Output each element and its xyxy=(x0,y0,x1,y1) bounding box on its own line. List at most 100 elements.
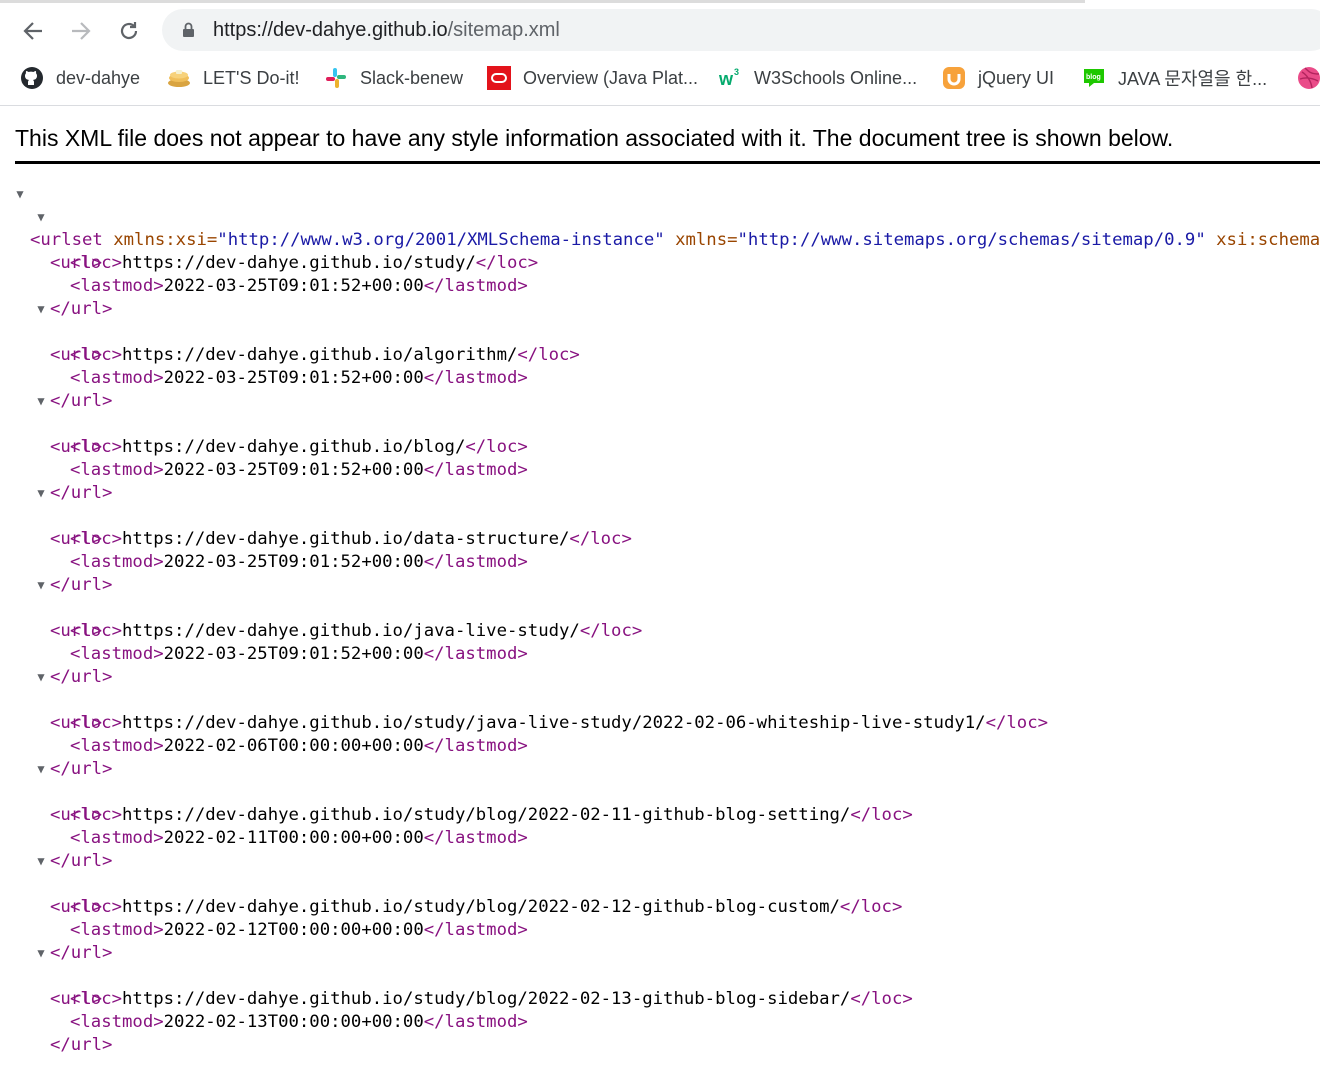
bookmark-slack-benew[interactable]: Slack-benew xyxy=(324,62,463,94)
url-close-line: </url> xyxy=(0,551,1320,595)
url-open-line: ▼ <url> xyxy=(0,666,1320,733)
bookmark-label: jQuery UI xyxy=(978,67,1055,88)
lastmod-line: <lastmod>2022-03-25T09:01:52+00:00</last… xyxy=(0,620,1320,664)
lock-icon[interactable] xyxy=(182,22,195,38)
forward-button[interactable] xyxy=(64,14,98,48)
url-entries: ▼ <url> <loc>https://dev-dahye.github.io… xyxy=(0,206,1320,1055)
url-open-line: ▼ <url> xyxy=(0,390,1320,457)
oracle-icon xyxy=(487,66,511,90)
xml-document-tree: ▼ <urlset xmlns:xsi="http://www.w3.org/2… xyxy=(0,183,1320,1055)
url-close-line: </url> xyxy=(0,459,1320,503)
loc-line: <loc>https://dev-dahye.github.io/study/b… xyxy=(0,965,1320,1009)
urlset-open-line: ▼ <urlset xmlns:xsi="http://www.w3.org/2… xyxy=(0,183,1320,250)
url-open-line: ▼ <url> xyxy=(0,298,1320,365)
loc-line: <loc>https://dev-dahye.github.io/study/b… xyxy=(0,781,1320,825)
tab-strip-edge xyxy=(0,0,1085,3)
bookmarks-bar: dev-dahye LET'S Do-it! Slack-benew Overv… xyxy=(0,62,1320,96)
url-element: ▼ <url> <loc>https://dev-dahye.github.io… xyxy=(0,850,1320,963)
collapse-triangle-icon[interactable]: ▼ xyxy=(35,758,47,781)
collapse-triangle-icon[interactable]: ▼ xyxy=(35,666,47,689)
loc-line: <loc>https://dev-dahye.github.io/study/b… xyxy=(0,873,1320,917)
github-icon xyxy=(20,66,44,90)
dribbble-icon xyxy=(1297,66,1320,90)
collapse-triangle-icon[interactable]: ▼ xyxy=(14,183,26,206)
url-host: https://dev-dahye.github.io xyxy=(213,19,448,41)
collapse-triangle-icon[interactable]: ▼ xyxy=(35,850,47,873)
collapse-triangle-icon[interactable]: ▼ xyxy=(35,482,47,505)
url-close-tag: </url> xyxy=(50,1035,113,1055)
url-element: ▼ <url> <loc>https://dev-dahye.github.io… xyxy=(0,942,1320,1055)
xml-style-notice: This XML file does not appear to have an… xyxy=(15,125,1174,151)
pancake-icon xyxy=(167,66,191,90)
address-bar[interactable]: https://dev-dahye.github.io/sitemap.xml xyxy=(162,9,1320,51)
bookmark-label: Overview (Java Plat... xyxy=(523,67,699,88)
slack-icon xyxy=(324,66,348,90)
bookmark-java-overview[interactable]: Overview (Java Plat... xyxy=(487,62,698,94)
url-element: ▼ <url> <loc>https://dev-dahye.github.io… xyxy=(0,390,1320,503)
url-element: ▼ <url> <loc>https://dev-dahye.github.io… xyxy=(0,298,1320,411)
bookmark-label: dev-dahye xyxy=(56,67,141,88)
bookmark-jquery-ui[interactable]: jQuery UI xyxy=(942,62,1054,94)
url-path: /sitemap.xml xyxy=(447,19,560,41)
bookmark-label: JAVA 문자열을 한... xyxy=(1118,69,1268,89)
url-open-line: ▼ <url> xyxy=(0,850,1320,917)
svg-text:blog: blog xyxy=(1086,74,1101,81)
notice-divider xyxy=(15,161,1320,164)
svg-text:3: 3 xyxy=(734,67,739,77)
url-close-line: </url> xyxy=(0,919,1320,963)
collapse-triangle-icon[interactable]: ▼ xyxy=(35,942,47,965)
bookmark-label: Slack-benew xyxy=(360,67,464,88)
lastmod-line: <lastmod>2022-03-25T09:01:52+00:00</last… xyxy=(0,436,1320,480)
reload-button[interactable] xyxy=(112,14,146,48)
bookmark-w3schools[interactable]: w3 W3Schools Online... xyxy=(718,62,917,94)
back-button[interactable] xyxy=(16,14,50,48)
url-text[interactable]: https://dev-dahye.github.io/sitemap.xml xyxy=(213,19,560,42)
url-open-line: ▼ <url> xyxy=(0,206,1320,273)
url-element: ▼ <url> <loc>https://dev-dahye.github.io… xyxy=(0,206,1320,319)
lastmod-line: <lastmod>2022-03-25T09:01:52+00:00</last… xyxy=(0,252,1320,296)
lastmod-line: <lastmod>2022-03-25T09:01:52+00:00</last… xyxy=(0,528,1320,572)
url-close-line: </url> xyxy=(0,1011,1320,1055)
svg-text:w: w xyxy=(718,69,734,89)
loc-line: <loc>https://dev-dahye.github.io/blog/</… xyxy=(0,413,1320,457)
url-element: ▼ <url> <loc>https://dev-dahye.github.io… xyxy=(0,758,1320,871)
collapse-triangle-icon[interactable]: ▼ xyxy=(35,390,47,413)
forward-arrow-icon xyxy=(72,22,91,40)
url-close-line: </url> xyxy=(0,275,1320,319)
lastmod-line: <lastmod>2022-03-25T09:01:52+00:00</last… xyxy=(0,344,1320,388)
bookmark-dribbble[interactable] xyxy=(1297,62,1320,94)
url-close-line: </url> xyxy=(0,827,1320,871)
url-open-line: ▼ <url> xyxy=(0,482,1320,549)
collapse-triangle-icon[interactable]: ▼ xyxy=(35,574,47,597)
bookmark-label: W3Schools Online... xyxy=(754,67,918,88)
bookmark-label: LET'S Do-it! xyxy=(203,67,300,88)
lastmod-line: <lastmod>2022-02-06T00:00:00+00:00</last… xyxy=(0,712,1320,756)
url-close-line: </url> xyxy=(0,367,1320,411)
url-element: ▼ <url> <loc>https://dev-dahye.github.io… xyxy=(0,574,1320,687)
lastmod-line: <lastmod>2022-02-13T00:00:00+00:00</last… xyxy=(0,988,1320,1032)
reload-icon xyxy=(120,22,138,40)
loc-line: <loc>https://dev-dahye.github.io/java-li… xyxy=(0,597,1320,641)
url-open-line: ▼ <url> xyxy=(0,574,1320,641)
loc-line: <loc>https://dev-dahye.github.io/data-st… xyxy=(0,505,1320,549)
toolbar-divider xyxy=(0,105,1320,106)
bookmark-lets-do-it[interactable]: LET'S Do-it! xyxy=(167,62,299,94)
url-open-line: ▼ <url> xyxy=(0,758,1320,825)
collapse-triangle-icon[interactable]: ▼ xyxy=(35,206,47,229)
jquery-ui-icon xyxy=(942,66,966,90)
back-arrow-icon xyxy=(23,22,42,40)
loc-line: <loc>https://dev-dahye.github.io/study/<… xyxy=(0,229,1320,273)
collapse-triangle-icon[interactable]: ▼ xyxy=(35,298,47,321)
bookmark-java-string[interactable]: blog JAVA 문자열을 한... xyxy=(1082,62,1267,94)
blog-icon: blog xyxy=(1082,66,1106,90)
loc-line: <loc>https://dev-dahye.github.io/study/j… xyxy=(0,689,1320,733)
bookmark-dev-dahye[interactable]: dev-dahye xyxy=(20,62,140,94)
browser-chrome: https://dev-dahye.github.io/sitemap.xml … xyxy=(0,0,1320,106)
url-open-line: ▼ <url> xyxy=(0,942,1320,1009)
url-close-line: </url> xyxy=(0,735,1320,779)
lastmod-line: <lastmod>2022-02-11T00:00:00+00:00</last… xyxy=(0,804,1320,848)
url-element: ▼ <url> <loc>https://dev-dahye.github.io… xyxy=(0,482,1320,595)
url-element: ▼ <url> <loc>https://dev-dahye.github.io… xyxy=(0,666,1320,779)
lastmod-line: <lastmod>2022-02-12T00:00:00+00:00</last… xyxy=(0,896,1320,940)
w3schools-icon: w3 xyxy=(718,66,742,90)
